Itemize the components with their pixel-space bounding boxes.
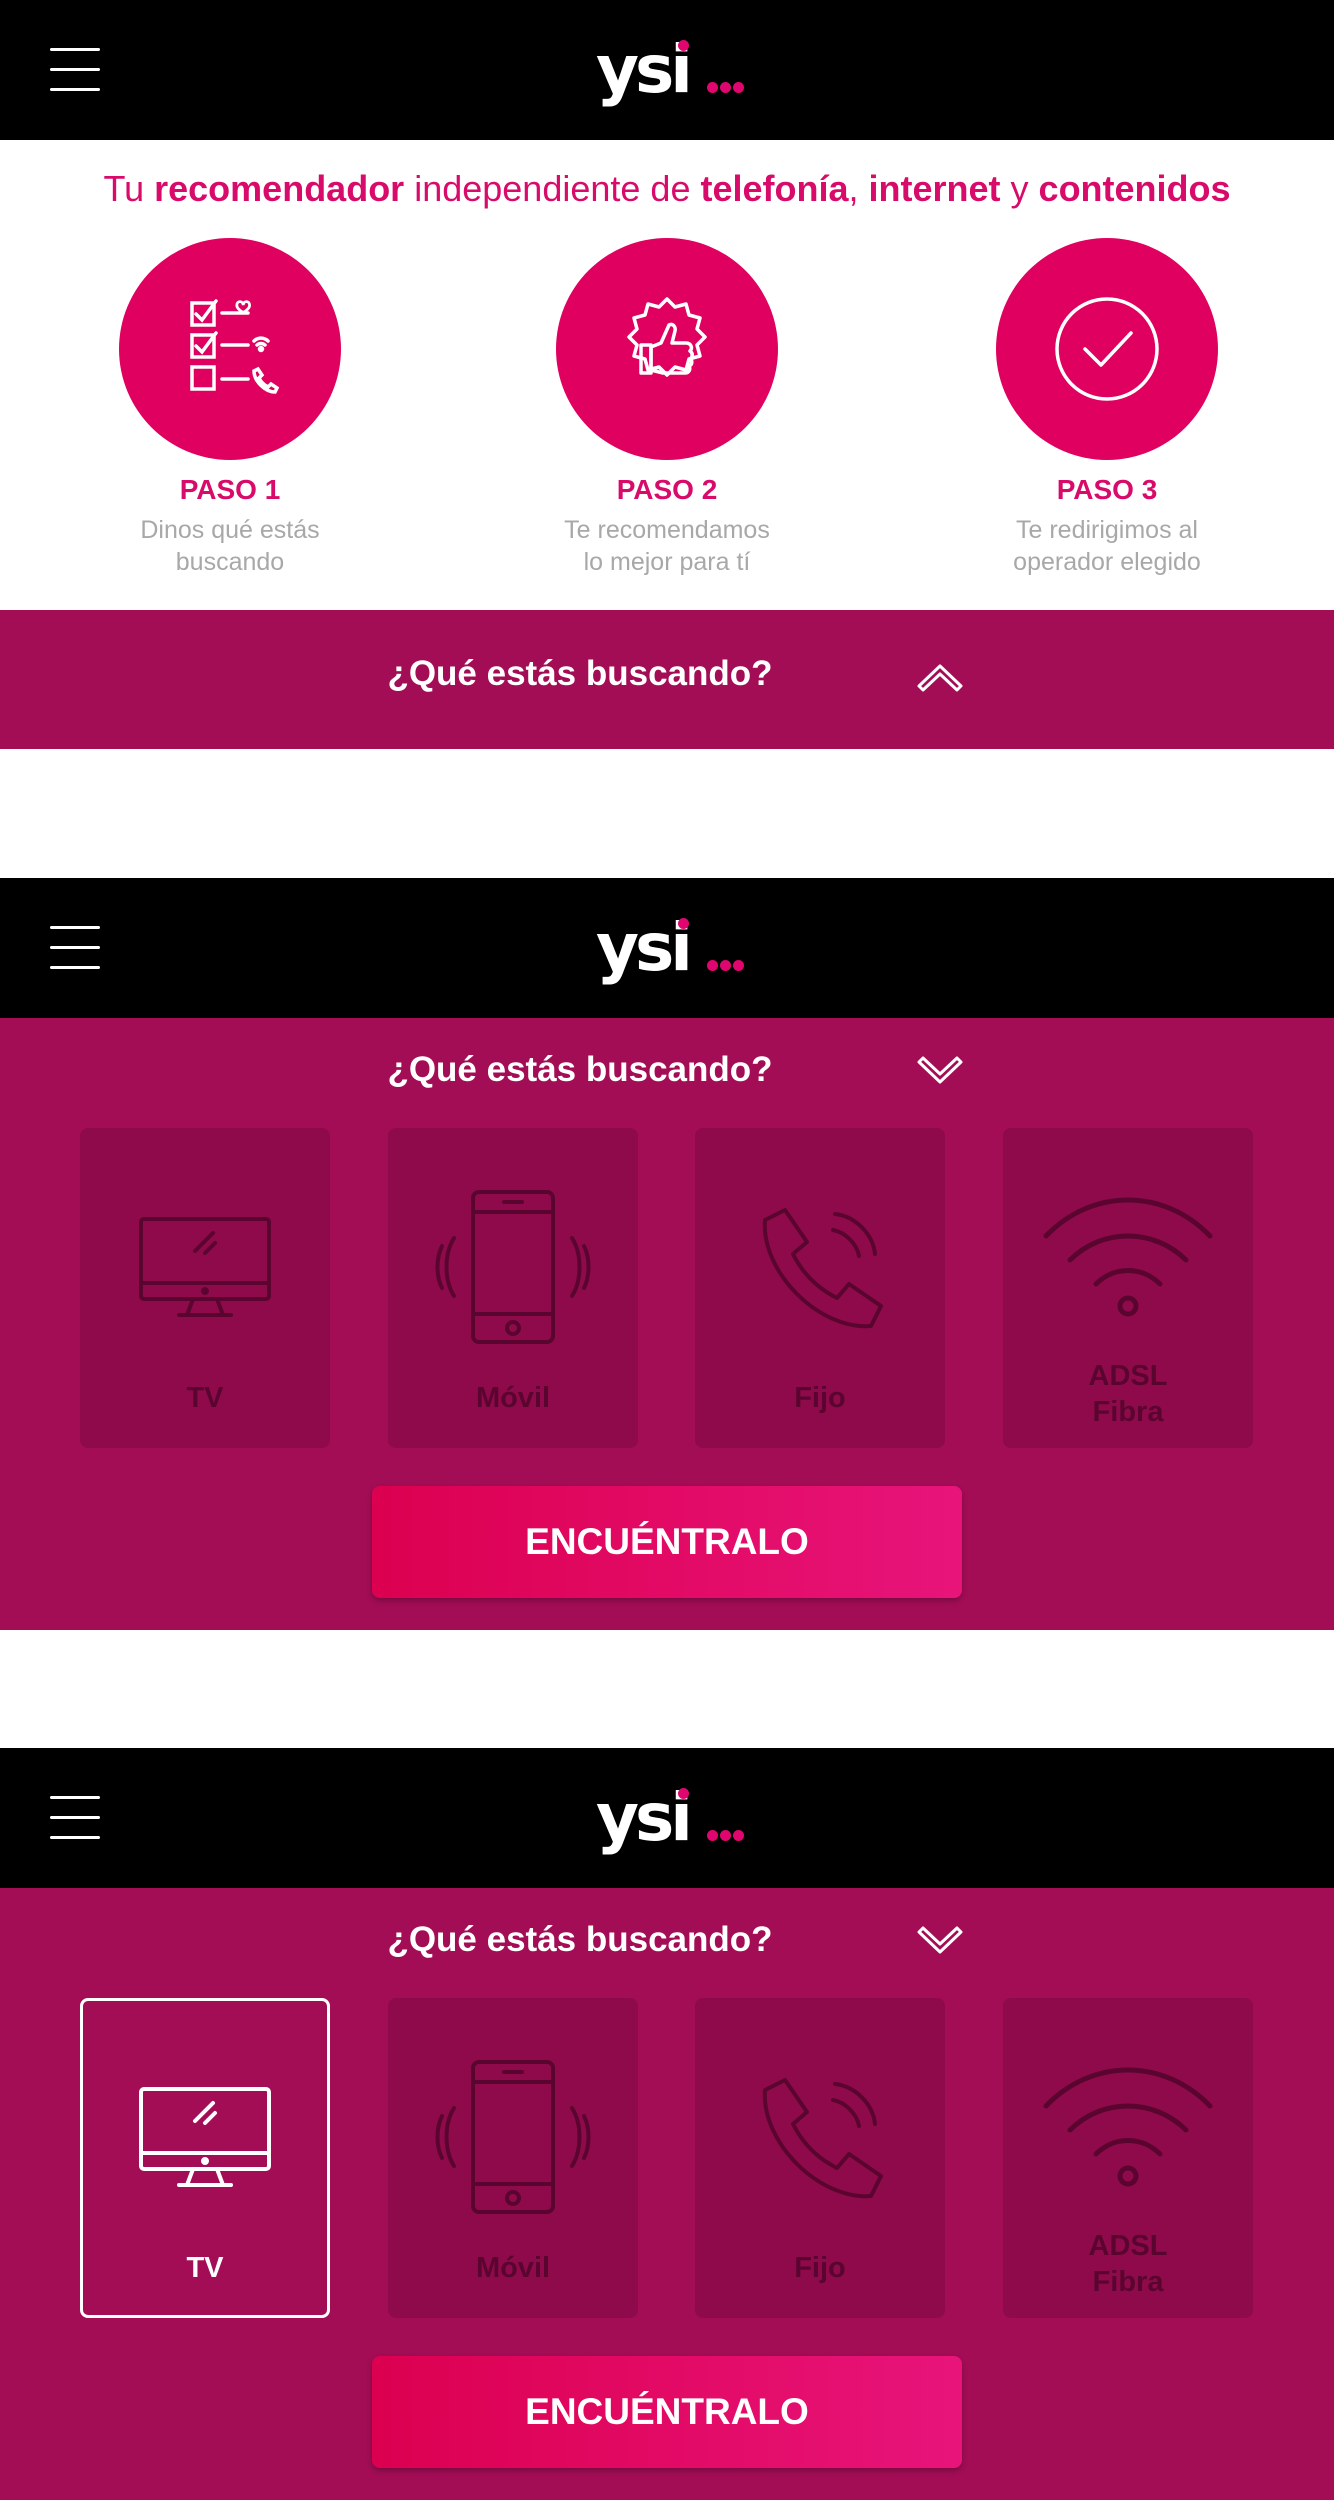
- landline-phone-icon: [762, 2078, 883, 2199]
- mobile-phone-icon: [435, 1190, 591, 1344]
- top-header-3: ysi: [0, 1748, 1334, 1888]
- chevron-up-icon[interactable]: [916, 658, 964, 694]
- step-1-circle: [119, 238, 341, 460]
- top-header-1: ysi: [0, 0, 1334, 140]
- search-panel-2: ¿Qué estás buscando? TV Móvil Fijo ADSL …: [0, 1888, 1334, 2500]
- adsl-fibra-label: ADSL Fibra: [1088, 2230, 1168, 2298]
- option-card-tv[interactable]: TV: [80, 1128, 330, 1448]
- search-title[interactable]: ¿Qué estás buscando?: [0, 1050, 1160, 1090]
- hamburger-menu-icon[interactable]: [50, 1796, 100, 1840]
- search-panel-1: ¿Qué estás buscando? TV Móvil Fijo ADSL …: [0, 1018, 1334, 1630]
- option-card-adsl-fibra[interactable]: ADSL Fibra: [1003, 1128, 1253, 1448]
- option-card-fijo[interactable]: Fijo: [695, 1128, 945, 1448]
- step-2: PASO 2 Te recomendamos lo mejor para tí: [497, 238, 837, 578]
- ysi-logo[interactable]: ysi: [596, 908, 746, 988]
- step-3-title: PASO 3: [1056, 474, 1158, 505]
- ysi-logo[interactable]: ysi: [596, 30, 746, 110]
- wifi-icon: [1043, 2067, 1213, 2187]
- step-3-circle: [996, 238, 1218, 460]
- hamburger-menu-icon[interactable]: [50, 926, 100, 970]
- search-title: ¿Qué estás buscando?: [387, 654, 773, 693]
- chevron-down-icon[interactable]: [916, 1924, 964, 1960]
- option-card-movil[interactable]: Móvil: [388, 1998, 638, 2318]
- tv-icon: [139, 2087, 271, 2187]
- thumbs-up-icon: [627, 297, 707, 377]
- search-toggle-bar[interactable]: ¿Qué estás buscando?: [0, 610, 1334, 749]
- landline-phone-icon: [762, 1208, 883, 1329]
- encuentralo-button[interactable]: ENCUÉNTRALO: [372, 1486, 962, 1598]
- hamburger-menu-icon[interactable]: [50, 48, 100, 92]
- step-1: PASO 1 Dinos qué estás buscando: [60, 238, 400, 578]
- top-header-2: ysi: [0, 878, 1334, 1018]
- step-2-description: Te recomendamos lo mejor para tí: [564, 516, 770, 576]
- tagline: Tu recomendador independiente de telefon…: [103, 168, 1231, 209]
- option-card-fijo[interactable]: Fijo: [695, 1998, 945, 2318]
- check-circle-icon: [1055, 297, 1159, 401]
- wifi-icon: [1043, 1197, 1213, 1317]
- option-card-movil[interactable]: Móvil: [388, 1128, 638, 1448]
- encuentralo-button[interactable]: ENCUÉNTRALO: [372, 2356, 962, 2468]
- checklist-icon: [190, 299, 280, 394]
- chevron-down-icon[interactable]: [916, 1054, 964, 1090]
- ysi-logo[interactable]: ysi: [596, 1778, 746, 1858]
- step-3: PASO 3 Te redirigimos al operador elegido: [937, 238, 1277, 578]
- tv-icon: [139, 1217, 271, 1317]
- search-title[interactable]: ¿Qué estás buscando?: [0, 1920, 1160, 1960]
- option-card-adsl-fibra[interactable]: ADSL Fibra: [1003, 1998, 1253, 2318]
- mobile-phone-icon: [435, 2060, 591, 2214]
- step-3-description: Te redirigimos al operador elegido: [1013, 516, 1201, 576]
- option-card-tv-selected[interactable]: TV: [80, 1998, 330, 2318]
- step-1-description: Dinos qué estás buscando: [140, 516, 320, 576]
- adsl-fibra-label: ADSL Fibra: [1088, 1360, 1168, 1428]
- step-2-title: PASO 2: [616, 474, 718, 505]
- step-2-circle: [556, 238, 778, 460]
- step-1-title: PASO 1: [179, 474, 281, 505]
